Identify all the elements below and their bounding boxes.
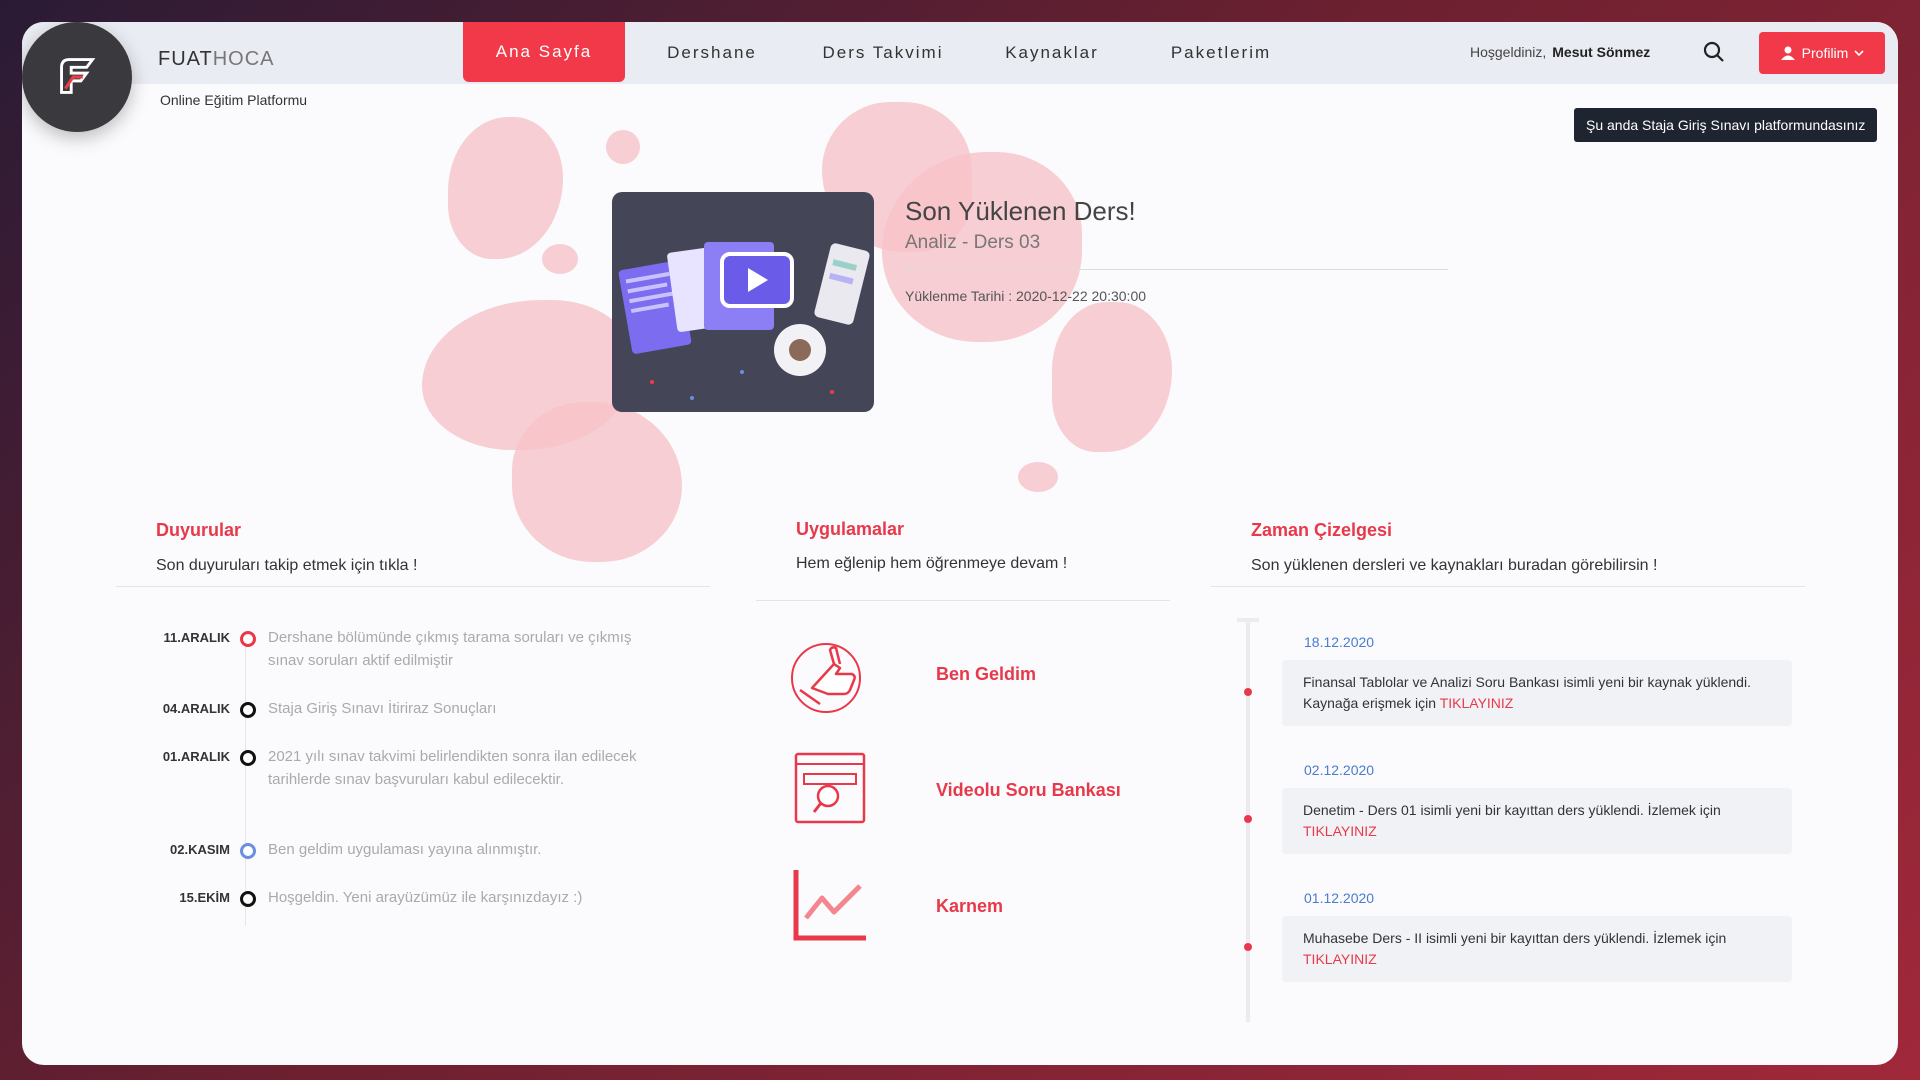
timeline-card: Denetim - Ders 01 isimli yeni bir kayıtt… (1282, 788, 1792, 854)
timeline-subtitle: Son yüklenen dersleri ve kaynakları bura… (1251, 557, 1658, 574)
timeline-date: 01.12.2020 (1304, 890, 1375, 906)
timeline-title: Zaman Çizelgesi (1251, 520, 1393, 540)
decor-blob (448, 117, 563, 259)
announcement-dot (240, 891, 256, 907)
latest-lesson-thumbnail[interactable] (612, 192, 874, 412)
announcement-dot (240, 843, 256, 859)
profile-label: Profilim (1801, 45, 1849, 61)
announcement-date: 02.KASIM (170, 842, 230, 857)
profile-button[interactable]: Profilim (1759, 32, 1885, 74)
app-ben-geldim[interactable]: Ben Geldim (790, 634, 1190, 724)
timeline-date: 02.12.2020 (1304, 762, 1375, 778)
app-videolu-soru-bankasi[interactable]: Videolu Soru Bankası (790, 750, 1190, 840)
nav-item-kaynaklar[interactable]: Kaynaklar (967, 22, 1137, 84)
timeline-dot (1244, 688, 1252, 696)
timeline-text: Denetim - Ders 01 isimli yeni bir kayıtt… (1303, 802, 1721, 818)
welcome-text: Hoşgeldiniz, Mesut Sönmez (1470, 44, 1651, 60)
chevron-down-icon (1854, 50, 1864, 57)
divider (756, 600, 1170, 601)
timeline-card: Muhasebe Ders - II isimli yeni bir kayıt… (1282, 916, 1792, 982)
announcement-text: Dershane bölümünde çıkmış tarama sorular… (268, 629, 632, 669)
app-label: Videolu Soru Bankası (936, 780, 1121, 800)
announcements-line (245, 646, 246, 926)
announcement-text: Ben geldim uygulaması yayına alınmıştır. (268, 841, 542, 858)
timeline-link[interactable]: TIKLAYINIZ (1303, 823, 1377, 839)
timeline-text: Finansal Tablolar ve Analizi Soru Bankas… (1303, 674, 1751, 711)
user-icon (1780, 46, 1795, 60)
nav-item-dershane[interactable]: Dershane (625, 22, 799, 84)
divider (1211, 586, 1805, 587)
apps-subtitle: Hem eğlenip hem öğrenmeye devam ! (796, 555, 1068, 572)
announcement-date: 01.ARALIK (162, 749, 230, 764)
logo-f-icon (60, 58, 96, 94)
app-label: Karnem (936, 896, 1004, 916)
app-frame: FUATHOCA Online Eğitim Platformu Ana Say… (22, 22, 1898, 1065)
app-label: Ben Geldim (936, 664, 1037, 684)
search-icon (1703, 41, 1724, 62)
announcement-date: 04.ARALIK (162, 701, 230, 716)
platform-tooltip: Şu anda Staja Giriş Sınavı platformundas… (1574, 108, 1878, 142)
announcement-text: Staja Giriş Sınavı İtiriraz Sonuçları (268, 700, 497, 717)
decor-blob (1052, 302, 1172, 452)
main-nav: Ana Sayfa Dershane Ders Takvimi Kaynakla… (463, 22, 1305, 84)
video-search-icon (794, 752, 866, 824)
decor-blob (512, 402, 682, 562)
logo[interactable] (22, 22, 132, 132)
timeline-dot (1244, 815, 1252, 823)
announcement-dot (240, 750, 256, 766)
thumbs-up-icon (791, 643, 861, 713)
app-karnem[interactable]: Karnem (790, 866, 1190, 956)
timeline-date: 18.12.2020 (1304, 634, 1375, 650)
timeline-dot (1244, 943, 1252, 951)
nav-item-ders-takvimi[interactable]: Ders Takvimi (799, 22, 967, 84)
timeline-card: Finansal Tablolar ve Analizi Soru Bankas… (1282, 660, 1792, 726)
announcement-date: 11.ARALIK (163, 630, 230, 645)
divider (905, 269, 1448, 270)
announcement-text: 2021 yılı sınav takvimi belirlendikten s… (268, 748, 637, 788)
brand-name: FUATHOCA (158, 48, 275, 70)
announcements-subtitle[interactable]: Son duyuruları takip etmek için tıkla ! (156, 556, 596, 576)
latest-lesson-name[interactable]: Analiz - Ders 03 (905, 232, 1040, 254)
timeline-link[interactable]: TIKLAYINIZ (1440, 695, 1514, 711)
announcement-text: Hoşgeldin. Yeni arayüzümüz ile karşınızd… (268, 889, 583, 906)
timeline-link[interactable]: TIKLAYINIZ (1303, 951, 1377, 967)
user-name: Mesut Sönmez (1552, 44, 1651, 60)
announcement-dot (240, 702, 256, 718)
brand-subtitle: Online Eğitim Platformu (160, 92, 308, 108)
divider (116, 586, 710, 587)
latest-lesson-title: Son Yüklenen Ders! (905, 196, 1136, 226)
announcements-title: Duyurular (156, 520, 242, 540)
video-lesson-illustration (618, 242, 870, 400)
decor-blob (606, 130, 640, 164)
nav-item-paketlerim[interactable]: Paketlerim (1137, 22, 1305, 84)
announcement-dot (240, 631, 256, 647)
decor-blob (1018, 462, 1058, 492)
search-button[interactable] (1702, 40, 1726, 64)
timeline-text: Muhasebe Ders - II isimli yeni bir kayıt… (1303, 930, 1727, 946)
announcement-date: 15.EKİM (179, 890, 230, 905)
latest-lesson-date: Yüklenme Tarihi : 2020-12-22 20:30:00 (905, 288, 1147, 304)
chart-line-icon (793, 870, 866, 941)
decor-blob (542, 244, 578, 274)
nav-item-ana-sayfa[interactable]: Ana Sayfa (463, 22, 625, 82)
apps-title: Uygulamalar (796, 519, 905, 539)
